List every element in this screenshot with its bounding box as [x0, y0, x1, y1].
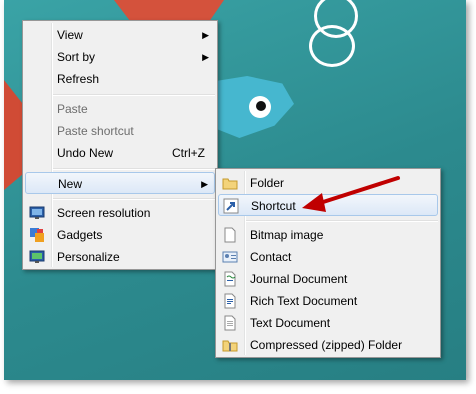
menu-separator [53, 94, 215, 96]
menu-item-sort-by[interactable]: Sort by ▶ [25, 46, 215, 68]
menu-item-label: Contact [250, 250, 292, 264]
bitmap-icon [224, 227, 236, 243]
wallpaper-ring-bottom [309, 25, 355, 67]
menu-item-label: Personalize [57, 250, 120, 264]
folder-icon [222, 178, 238, 190]
submenu-item-rich-text[interactable]: Rich Text Document [218, 290, 438, 312]
submenu-item-shortcut[interactable]: Shortcut [218, 194, 438, 216]
menu-item-label: Rich Text Document [250, 294, 358, 308]
shortcut-icon [223, 198, 239, 214]
keyboard-shortcut: Ctrl+Z [172, 146, 205, 160]
menu-item-paste: Paste [25, 98, 215, 120]
menu-item-screen-resolution[interactable]: Screen resolution [25, 202, 215, 224]
wallpaper-fish-pupil [256, 101, 266, 111]
menu-item-paste-shortcut: Paste shortcut [25, 120, 215, 142]
menu-item-label: Bitmap image [250, 228, 324, 242]
menu-item-new[interactable]: New ▶ [25, 172, 215, 194]
submenu-arrow-icon: ▶ [201, 179, 208, 189]
rich-text-icon [224, 293, 236, 309]
submenu-item-folder[interactable]: Folder [218, 172, 438, 194]
menu-item-label: Journal Document [250, 272, 348, 286]
menu-item-label: Compressed (zipped) Folder [250, 338, 403, 352]
menu-item-label: New [58, 177, 83, 191]
submenu-item-text-document[interactable]: Text Document [218, 312, 438, 334]
submenu-item-contact[interactable]: Contact [218, 246, 438, 268]
menu-item-label: Folder [250, 176, 285, 190]
menu-item-gadgets[interactable]: Gadgets [25, 224, 215, 246]
submenu-item-zip-folder[interactable]: Compressed (zipped) Folder [218, 334, 438, 356]
submenu-item-journal[interactable]: Journal Document [218, 268, 438, 290]
menu-separator [53, 198, 215, 200]
menu-item-label: Text Document [250, 316, 331, 330]
menu-item-label: Screen resolution [57, 206, 151, 220]
menu-item-label: View [57, 28, 83, 42]
personalize-icon [29, 250, 45, 263]
menu-item-label: Paste [57, 102, 88, 116]
gadgets-icon [30, 228, 44, 242]
menu-item-label: Undo New [57, 146, 114, 160]
zip-folder-icon [222, 340, 238, 352]
submenu-item-bitmap[interactable]: Bitmap image [218, 224, 438, 246]
contact-icon [222, 251, 238, 263]
menu-item-label: Gadgets [57, 228, 103, 242]
menu-item-label: Shortcut [251, 199, 296, 213]
menu-item-personalize[interactable]: Personalize [25, 246, 215, 268]
journal-icon [224, 271, 236, 287]
screen-resolution-icon [29, 206, 45, 219]
menu-item-label: Sort by [57, 50, 96, 64]
menu-item-refresh[interactable]: Refresh [25, 68, 215, 90]
menu-item-undo-new[interactable]: Undo New Ctrl+Z [25, 142, 215, 164]
text-document-icon [224, 315, 236, 331]
submenu-arrow-icon: ▶ [202, 30, 209, 40]
menu-item-view[interactable]: View ▶ [25, 24, 215, 46]
menu-separator [246, 220, 438, 222]
new-submenu: Folder Shortcut Bitmap image Contact Jou… [215, 168, 441, 358]
submenu-arrow-icon: ▶ [202, 52, 209, 62]
menu-item-label: Paste shortcut [57, 124, 134, 138]
menu-item-label: Refresh [57, 72, 100, 86]
desktop-context-menu: View ▶ Sort by ▶ Refresh Paste Paste sho… [22, 20, 218, 270]
menu-separator [53, 168, 215, 170]
